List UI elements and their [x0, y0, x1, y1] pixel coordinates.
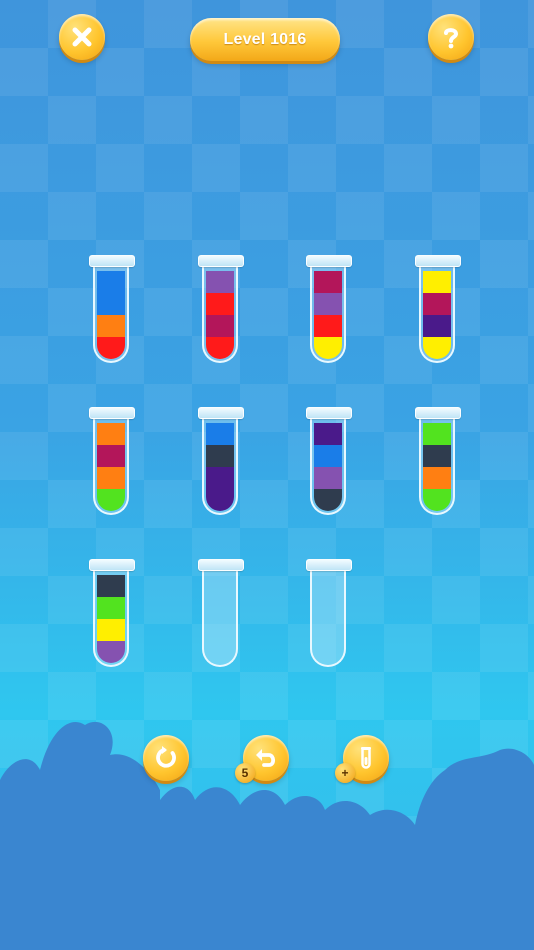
liquid-blue [97, 293, 125, 315]
liquid-green [423, 423, 451, 445]
tube-body [93, 568, 129, 667]
tube-3[interactable] [306, 255, 352, 365]
liquid-green [423, 489, 451, 511]
help-icon [444, 28, 459, 49]
liquid-orange [97, 467, 125, 489]
liquid-dark [314, 489, 342, 511]
close-button[interactable] [59, 14, 105, 60]
liquid-yellow [97, 619, 125, 641]
liquid-blue [206, 423, 234, 445]
restart-icon [156, 746, 176, 768]
liquid-orange [97, 423, 125, 445]
liquid-yellow [423, 271, 451, 293]
help-button[interactable] [428, 14, 474, 60]
liquid-crimson [314, 271, 342, 293]
liquid-red [314, 315, 342, 337]
liquid-yellow [423, 337, 451, 359]
tube-9[interactable] [89, 559, 135, 669]
tube-body [310, 568, 346, 667]
liquid-red [97, 337, 125, 359]
tube-8[interactable] [415, 407, 461, 517]
tube-body [93, 416, 129, 515]
tube-body [419, 264, 455, 363]
level-indicator: Level 1016 [190, 18, 340, 61]
tube-lip [198, 255, 244, 267]
liquid-indigo [206, 467, 234, 489]
tube-lip [306, 407, 352, 419]
liquid-green [97, 489, 125, 511]
tube-body [202, 264, 238, 363]
add-tube-badge: + [335, 763, 355, 783]
liquid-red [206, 337, 234, 359]
tube-lip [415, 255, 461, 267]
tube-body [202, 416, 238, 515]
liquid-purple [314, 467, 342, 489]
liquid-orange [97, 315, 125, 337]
liquid-blue [314, 445, 342, 467]
liquid-indigo [423, 315, 451, 337]
add-badge-plus: + [341, 766, 349, 780]
liquid-red [206, 293, 234, 315]
tube-lip [306, 255, 352, 267]
close-icon [72, 27, 92, 47]
tube-10[interactable] [198, 559, 244, 669]
undo-icon [256, 749, 276, 767]
liquid-green [97, 597, 125, 619]
liquid-purple [314, 293, 342, 315]
tube-body [310, 264, 346, 363]
tube-5[interactable] [89, 407, 135, 517]
undo-count: 5 [241, 766, 249, 780]
liquid-dark [97, 575, 125, 597]
tube-body [419, 416, 455, 515]
tube-lip [89, 255, 135, 267]
liquid-orange [423, 467, 451, 489]
restart-button[interactable] [143, 735, 189, 781]
liquid-indigo [206, 489, 234, 511]
level-label: Level 1016 [223, 30, 307, 48]
liquid-dark [423, 445, 451, 467]
tube-lip [198, 559, 244, 571]
tube-1[interactable] [89, 255, 135, 365]
tube-lip [306, 559, 352, 571]
liquid-crimson [97, 445, 125, 467]
tube-6[interactable] [198, 407, 244, 517]
tube-lip [89, 559, 135, 571]
liquid-purple [97, 641, 125, 663]
liquid-indigo [314, 423, 342, 445]
tube-lip [89, 407, 135, 419]
tube-11[interactable] [306, 559, 352, 669]
tube-4[interactable] [415, 255, 461, 365]
liquid-dark [206, 445, 234, 467]
tube-body [93, 264, 129, 363]
liquid-purple [206, 271, 234, 293]
liquid-crimson [423, 293, 451, 315]
liquid-yellow [314, 337, 342, 359]
tube-lip [198, 407, 244, 419]
undo-count-badge: 5 [235, 763, 255, 783]
tube-7[interactable] [306, 407, 352, 517]
tube-lip [415, 407, 461, 419]
liquid-crimson [206, 315, 234, 337]
tube-2[interactable] [198, 255, 244, 365]
tube-body [310, 416, 346, 515]
add-tube-icon [361, 747, 371, 769]
tube-body [202, 568, 238, 667]
liquid-blue [97, 271, 125, 293]
